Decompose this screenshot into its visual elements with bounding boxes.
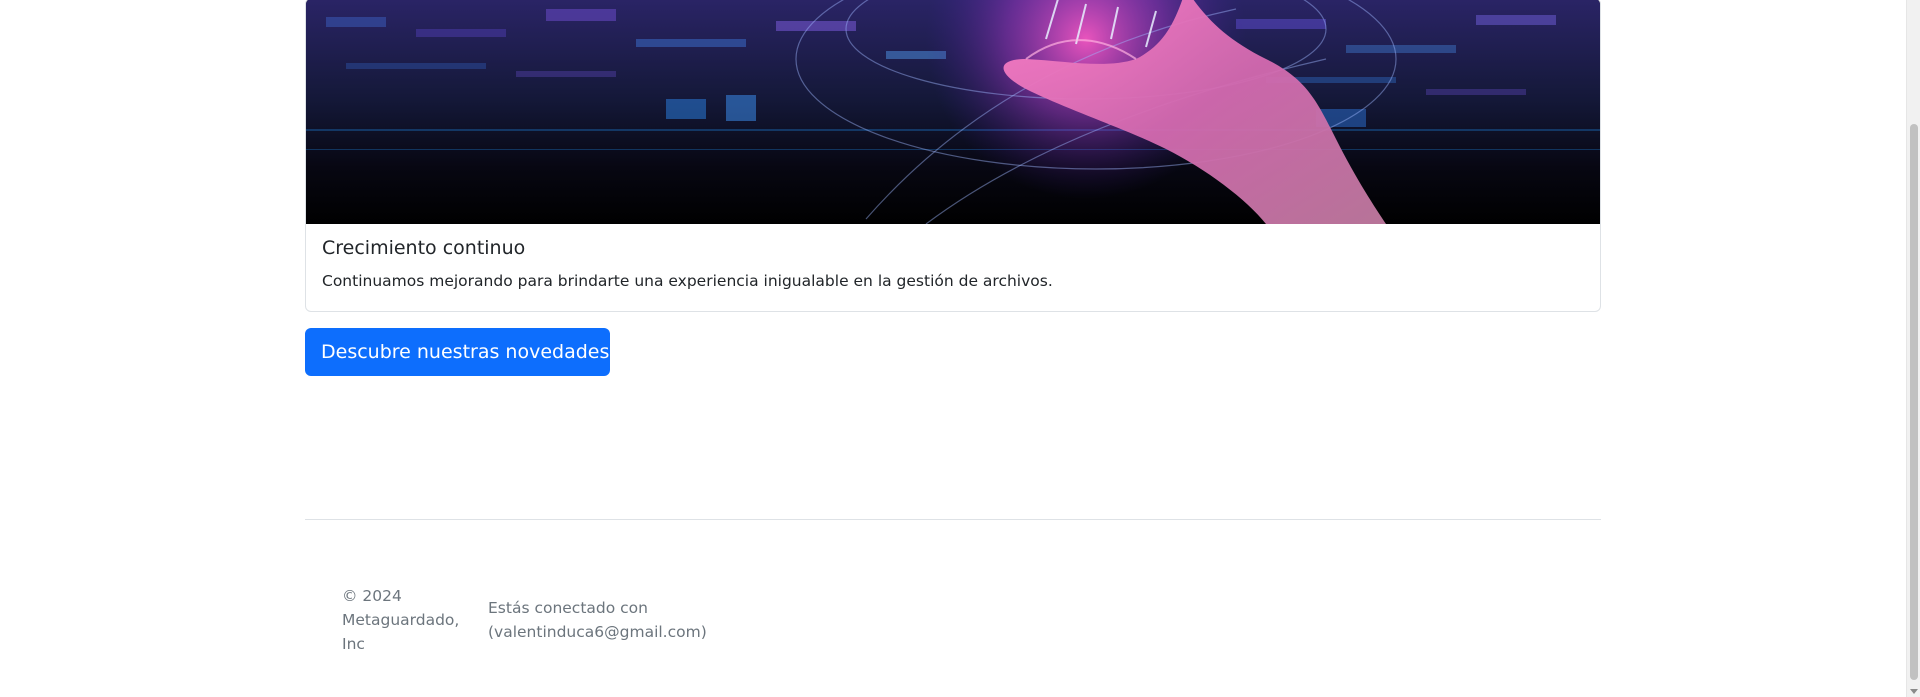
footer-divider <box>305 519 1601 520</box>
connected-label: Estás conectado con <box>488 599 648 617</box>
card-image <box>306 0 1600 224</box>
feature-card: Crecimiento continuo Continuamos mejoran… <box>305 0 1601 312</box>
card-title: Crecimiento continuo <box>322 237 526 259</box>
scrollbar-thumb[interactable] <box>1910 124 1918 680</box>
hand-hologram-illustration <box>306 0 1600 224</box>
scroll-down-arrow-icon[interactable] <box>1910 689 1918 694</box>
page: Crecimiento continuo Continuamos mejoran… <box>0 0 1920 697</box>
card-body: Crecimiento continuo Continuamos mejoran… <box>306 224 1600 311</box>
discover-news-button[interactable]: Descubre nuestras novedades <box>305 328 610 376</box>
connected-email: (valentinduca6@gmail.com) <box>488 623 707 641</box>
footer-copyright: © 2024 Metaguardado, Inc <box>342 587 460 653</box>
footer-connected-user: Estás conectado con (valentinduca6@gmail… <box>488 596 707 644</box>
vertical-scrollbar[interactable] <box>1906 0 1920 697</box>
card-description: Continuamos mejorando para brindarte una… <box>322 272 1053 290</box>
